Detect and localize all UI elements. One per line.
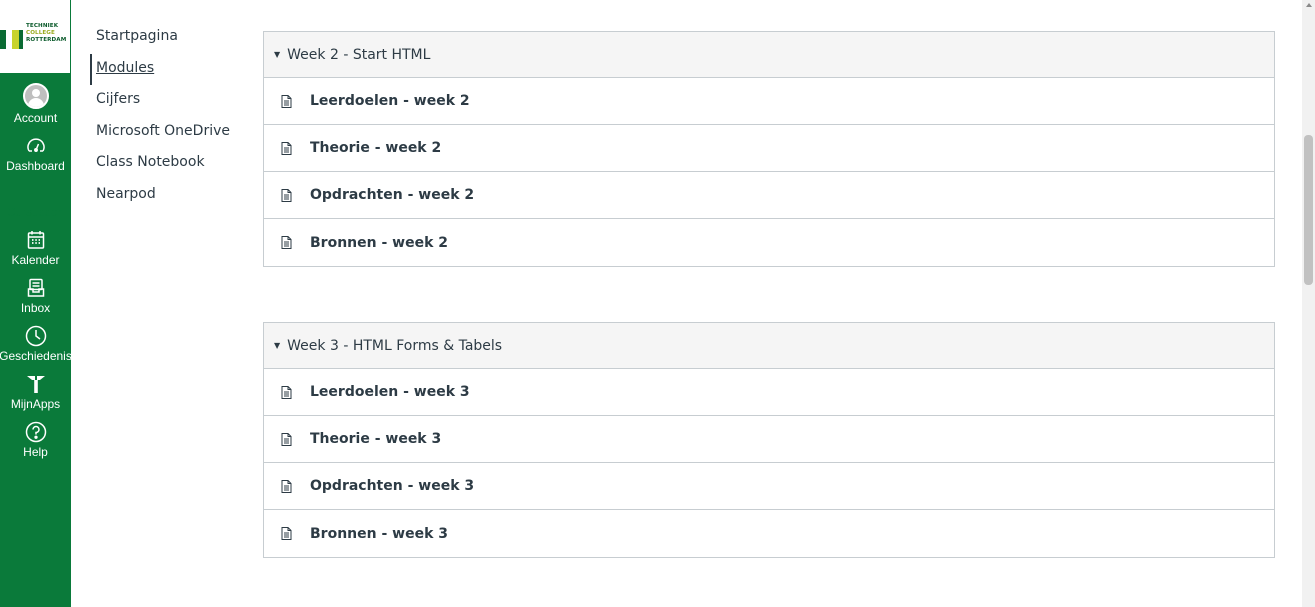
page-document-icon (281, 188, 293, 202)
history-clock-icon (25, 323, 47, 349)
nav-item-inbox[interactable]: Inbox (0, 275, 71, 315)
nav-label: Dashboard (6, 159, 65, 173)
nav-item-help[interactable]: Help (0, 419, 71, 459)
account-avatar-icon (22, 81, 49, 111)
scrollbar-thumb[interactable] (1304, 135, 1313, 285)
course-nav-onedrive[interactable]: Microsoft OneDrive (90, 117, 250, 149)
module-item-title: Bronnen - week 2 (310, 234, 448, 251)
course-nav-startpagina[interactable]: Startpagina (90, 22, 250, 54)
nav-item-dashboard[interactable]: Dashboard (0, 133, 71, 173)
logo-line: TECHNIEK (26, 23, 59, 29)
module-item[interactable]: Bronnen - week 2 (264, 219, 1274, 266)
page-document-icon (281, 527, 293, 541)
calendar-icon (27, 227, 45, 253)
module-item-title: Leerdoelen - week 2 (310, 93, 470, 109)
page-document-icon (281, 385, 293, 399)
nav-item-account[interactable]: Account (0, 81, 71, 125)
page-document-icon (281, 141, 293, 155)
module-header[interactable]: ▼ Week 2 - Start HTML (264, 32, 1274, 78)
nav-label: Account (13, 111, 58, 125)
module-title: Week 3 - HTML Forms & Tabels (287, 337, 503, 354)
nav-item-calendar[interactable]: Kalender (0, 227, 71, 267)
module-week-3: ▼ Week 3 - HTML Forms & Tabels Leerdoele… (263, 322, 1275, 558)
caret-down-icon: ▼ (274, 341, 281, 350)
nav-item-mijnapps[interactable]: MijnApps (0, 371, 71, 411)
page-scrollbar[interactable] (1302, 0, 1315, 607)
nav-label: Inbox (20, 301, 51, 315)
school-logo[interactable]: TECHNIEK COLLEGE ROTTERDAM (0, 0, 71, 73)
global-navigation: TECHNIEK COLLEGE ROTTERDAM Account Dashb… (0, 0, 72, 607)
course-nav-nearpod[interactable]: Nearpod (90, 180, 250, 212)
course-navigation: Startpagina Modules Cijfers Microsoft On… (90, 22, 250, 211)
module-item-title: Bronnen - week 3 (310, 525, 448, 542)
module-item-title: Theorie - week 3 (310, 431, 442, 447)
nav-label: MijnApps (10, 397, 61, 411)
logo-line: COLLEGE (26, 30, 55, 36)
inbox-icon (27, 275, 45, 301)
page-document-icon (281, 236, 293, 250)
nav-item-courses[interactable]: Cursussen (0, 179, 71, 219)
module-item[interactable]: Opdrachten - week 2 (264, 172, 1274, 219)
logo-bar (0, 30, 6, 49)
module-week-2: ▼ Week 2 - Start HTML Leerdoelen - week … (263, 31, 1275, 267)
module-item-title: Opdrachten - week 2 (310, 187, 475, 203)
course-nav-modules[interactable]: Modules (90, 53, 250, 85)
module-item-title: Leerdoelen - week 3 (310, 384, 470, 400)
nav-label: Cursussen (6, 205, 65, 219)
module-item[interactable]: Leerdoelen - week 2 (264, 78, 1274, 125)
module-item[interactable]: Leerdoelen - week 3 (264, 369, 1274, 416)
dashboard-gauge-icon (26, 133, 46, 159)
help-question-icon (25, 419, 47, 445)
logo-text: TECHNIEK COLLEGE ROTTERDAM (26, 23, 66, 44)
module-title: Week 2 - Start HTML (287, 46, 431, 63)
module-header[interactable]: ▼ Week 3 - HTML Forms & Tabels (264, 323, 1274, 369)
nav-label: Geschiedenis (0, 349, 72, 363)
logo-line: ROTTERDAM (26, 37, 67, 43)
mijnapps-logo-icon (26, 371, 46, 397)
nav-label: Kalender (11, 253, 60, 267)
page-document-icon (281, 94, 293, 108)
nav-item-history[interactable]: Geschiedenis (0, 323, 72, 363)
module-item-title: Theorie - week 2 (310, 140, 442, 156)
course-nav-class-notebook[interactable]: Class Notebook (90, 148, 250, 180)
module-item-title: Opdrachten - week 3 (310, 478, 475, 494)
module-item[interactable]: Bronnen - week 3 (264, 510, 1274, 557)
courses-book-icon (28, 179, 44, 205)
logo-bar (12, 30, 19, 49)
module-item[interactable]: Theorie - week 3 (264, 416, 1274, 463)
page-document-icon (281, 432, 293, 446)
logo-bar (19, 30, 23, 49)
page-document-icon (281, 479, 293, 493)
module-item[interactable]: Theorie - week 2 (264, 125, 1274, 172)
course-nav-cijfers[interactable]: Cijfers (90, 85, 250, 117)
module-item[interactable]: Opdrachten - week 3 (264, 463, 1274, 510)
scroll-up-arrow-icon[interactable] (1306, 3, 1312, 7)
nav-label: Help (23, 445, 48, 459)
caret-down-icon: ▼ (274, 50, 281, 59)
